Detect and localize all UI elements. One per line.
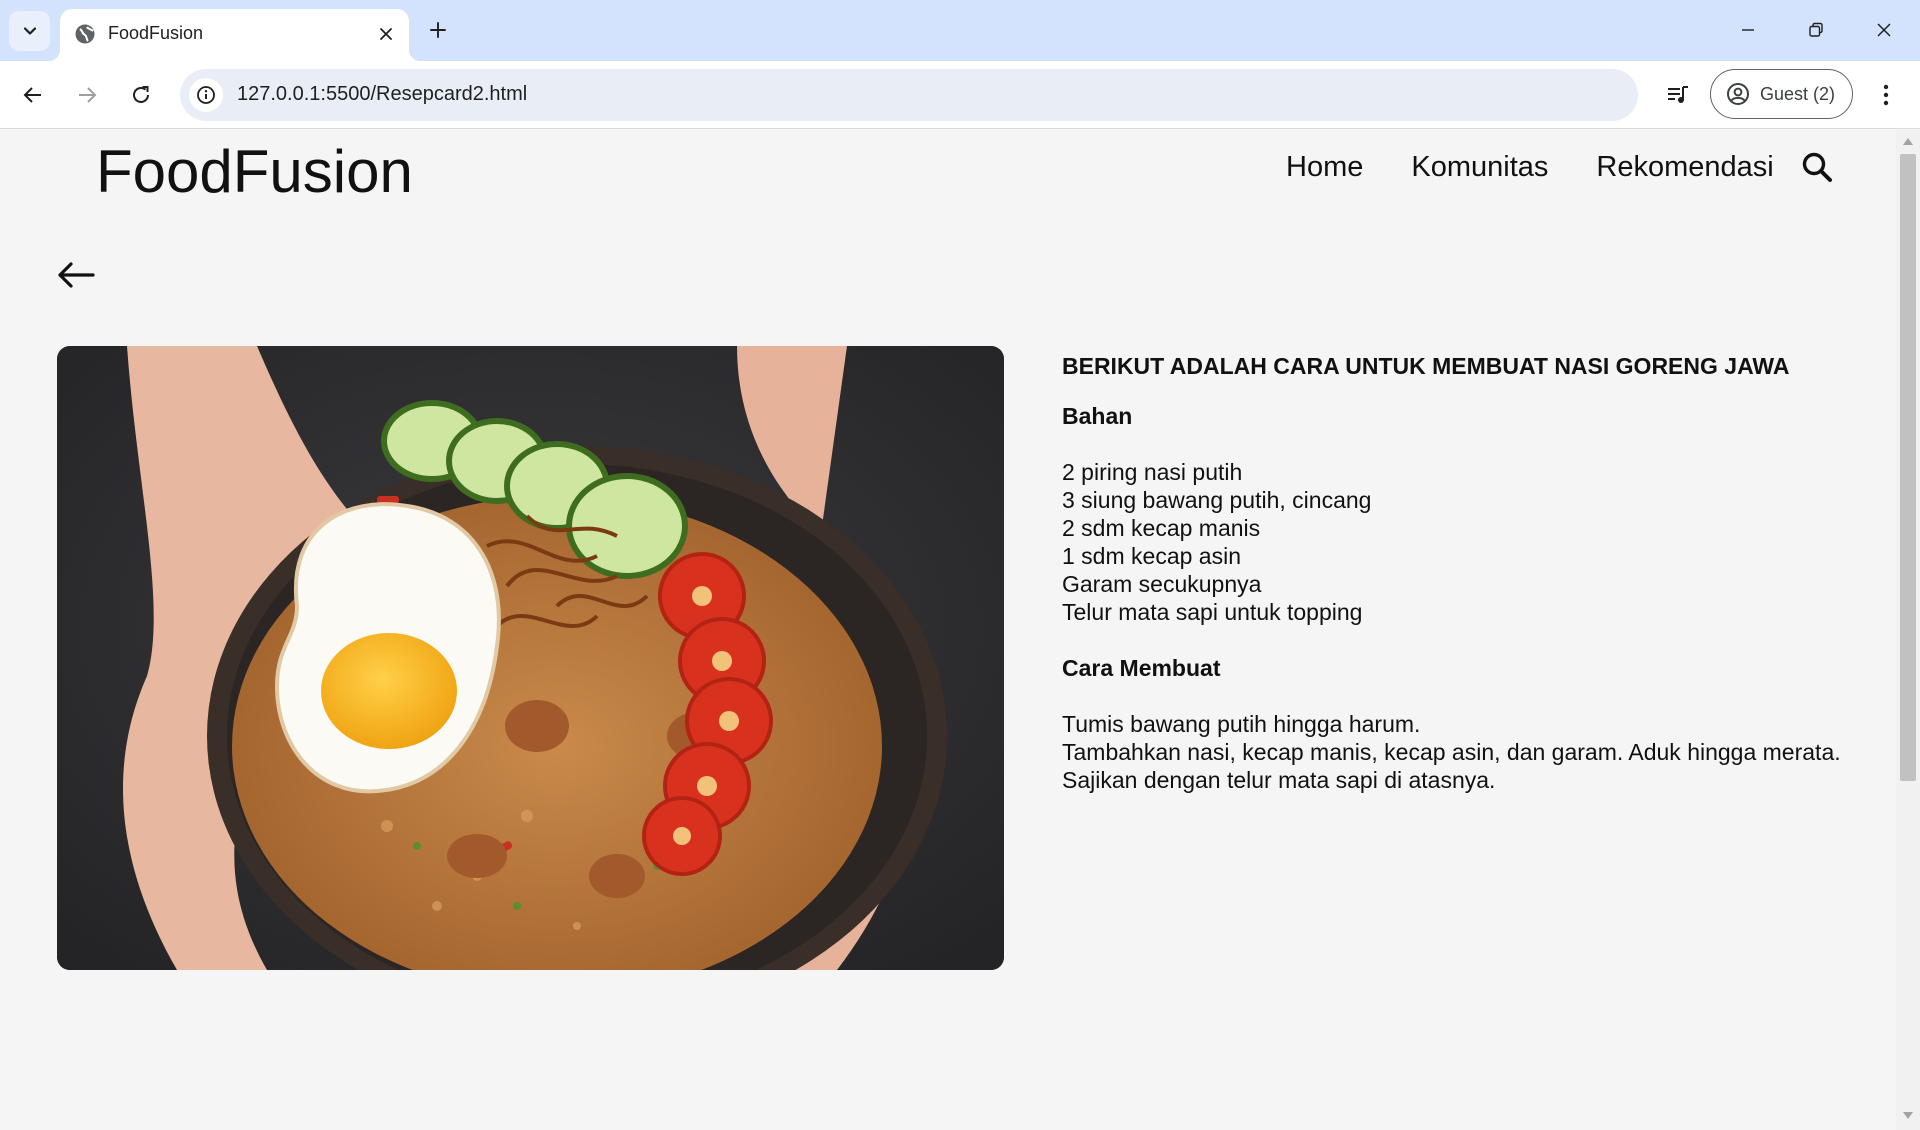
minimize-button[interactable] <box>1714 0 1782 60</box>
browser-tab[interactable]: FoodFusion <box>48 9 421 61</box>
more-vert-icon <box>1883 84 1889 106</box>
back-arrow-icon[interactable] <box>56 260 96 290</box>
ingredient-item: Telur mata sapi untuk topping <box>1062 599 1363 625</box>
page-scrollbar[interactable] <box>1896 130 1920 1130</box>
account-circle-icon <box>1727 83 1749 105</box>
info-icon <box>197 86 215 104</box>
browser-menu-button[interactable] <box>1866 75 1906 115</box>
browser-back-button[interactable] <box>13 75 53 115</box>
globe-icon <box>75 24 95 44</box>
nasi-goreng-illustration <box>57 346 1004 970</box>
media-controls-button[interactable] <box>1658 75 1698 115</box>
chevron-down-icon <box>23 27 36 35</box>
reload-icon <box>133 86 149 103</box>
close-window-icon <box>1877 23 1891 37</box>
close-window-button[interactable] <box>1850 0 1918 60</box>
search-button[interactable] <box>1800 150 1834 184</box>
site-info-button[interactable] <box>189 78 223 112</box>
ingredient-item: 1 sdm kecap asin <box>1062 543 1241 569</box>
search-icon <box>1802 152 1832 182</box>
new-tab-button[interactable] <box>422 12 454 48</box>
arrow-left-icon <box>23 87 41 103</box>
tab-title: FoodFusion <box>108 23 204 43</box>
steps-list: Tumis bawang putih hingga harum. Tambahk… <box>1062 710 1882 794</box>
arrow-right-icon <box>79 87 97 103</box>
nav-link-komunitas[interactable]: Komunitas <box>1411 151 1548 184</box>
recipe-content: BERIKUT ADALAH CARA UNTUK MEMBUAT NASI G… <box>1062 346 1882 794</box>
ingredient-item: 2 piring nasi putih <box>1062 459 1243 485</box>
plus-icon <box>430 22 446 38</box>
ingredient-item: 2 sdm kecap manis <box>1062 515 1261 541</box>
nav-link-home[interactable]: Home <box>1286 151 1363 184</box>
profile-label: Guest (2) <box>1760 83 1836 104</box>
ingredients-list: 2 piring nasi putih 3 siung bawang putih… <box>1062 458 1882 626</box>
url-text: 127.0.0.1:5500/Resepcard2.html <box>237 83 528 105</box>
restore-icon <box>1809 22 1823 37</box>
nav-link-rekomendasi[interactable]: Rekomendasi <box>1596 151 1773 184</box>
reload-button[interactable] <box>121 75 161 115</box>
browser-forward-button[interactable] <box>67 75 107 115</box>
queue-music-icon <box>1668 86 1688 103</box>
step-item: Tumis bawang putih hingga harum. <box>1062 711 1421 737</box>
profile-button[interactable]: Guest (2) <box>1710 69 1853 119</box>
steps-heading: Cara Membuat <box>1062 655 1221 681</box>
ingredient-item: 3 siung bawang putih, cincang <box>1062 487 1372 513</box>
ingredient-item: Garam secukupnya <box>1062 571 1262 597</box>
recipe-title: BERIKUT ADALAH CARA UNTUK MEMBUAT NASI G… <box>1062 353 1790 379</box>
minimize-icon <box>1742 29 1754 31</box>
page-viewport: FoodFusion Home Komunitas Rekomendasi BE… <box>0 130 1896 1130</box>
restore-button[interactable] <box>1782 0 1850 60</box>
scrollbar-thumb[interactable] <box>1900 154 1916 781</box>
ingredients-heading: Bahan <box>1062 403 1133 429</box>
site-logo[interactable]: FoodFusion <box>96 137 413 206</box>
scroll-down-arrow-icon[interactable] <box>1903 1112 1913 1119</box>
close-icon <box>380 28 392 40</box>
tab-list-button[interactable] <box>9 11 50 51</box>
tab-close-button[interactable] <box>373 21 399 47</box>
scroll-up-arrow-icon[interactable] <box>1903 138 1913 145</box>
address-bar[interactable]: 127.0.0.1:5500/Resepcard2.html <box>180 69 1638 121</box>
browser-tabstrip: FoodFusion <box>0 0 1920 61</box>
step-item: Sajikan dengan telur mata sapi di atasny… <box>1062 767 1496 793</box>
browser-toolbar: 127.0.0.1:5500/Resepcard2.html Guest (2) <box>0 61 1920 129</box>
recipe-photo <box>57 346 1004 970</box>
step-item: Tambahkan nasi, kecap manis, kecap asin,… <box>1062 739 1841 765</box>
site-nav: Home Komunitas Rekomendasi <box>1286 150 1834 184</box>
